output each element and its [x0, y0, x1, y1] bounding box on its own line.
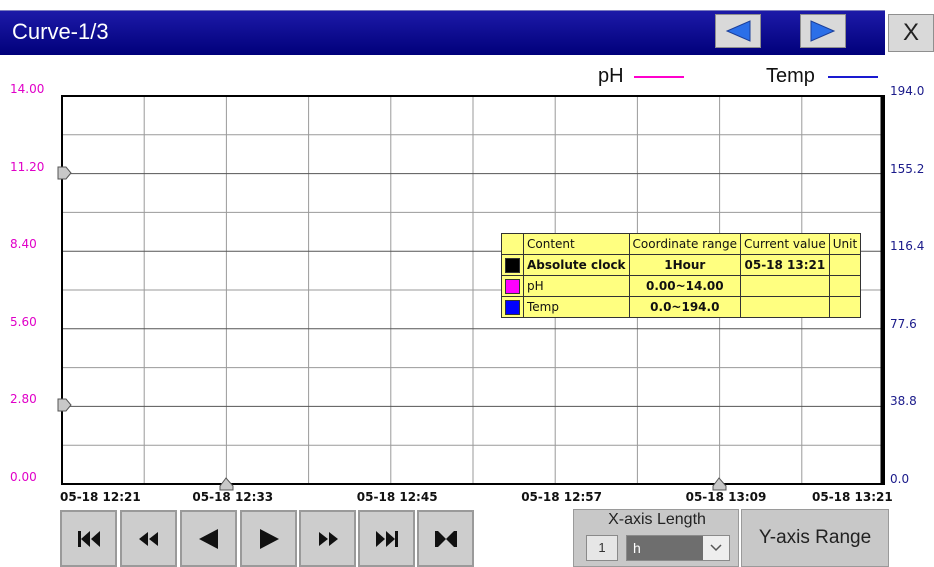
left-arrow-icon: [725, 20, 751, 42]
x-axis-tick-label: 05-18 12:45: [356, 490, 438, 504]
table-row: Temp 0.0~194.0: [501, 296, 862, 318]
x-axis-length-input[interactable]: 1: [586, 535, 618, 561]
curve-info-table: Content Coordinate range Current value U…: [501, 233, 862, 318]
x-axis-tick-label: 05-18 13:21: [812, 490, 893, 504]
next-curve-button[interactable]: [800, 14, 846, 48]
right-axis-tick-label: 38.8: [890, 394, 917, 409]
x-axis-length-label: X-axis Length: [608, 511, 706, 528]
fast-back-button[interactable]: [120, 510, 177, 567]
triangle-right-icon: [259, 528, 279, 549]
row-content: Absolute clock: [523, 254, 630, 276]
temp-swatch: [505, 299, 520, 315]
right-axis-tick-label: 155.2: [890, 161, 925, 176]
first-button[interactable]: [60, 510, 117, 567]
table-header-row: Content Coordinate range Current value U…: [501, 233, 862, 255]
fast-forward-button[interactable]: [299, 510, 356, 567]
row-unit: [828, 275, 862, 297]
row-unit: [828, 254, 862, 276]
previous-curve-button[interactable]: [715, 14, 761, 48]
x-axis-tick-label: 05-18 12:33: [192, 490, 274, 504]
center-button[interactable]: [417, 510, 474, 567]
left-axis-tick-label: 11.20: [10, 159, 45, 174]
header-unit: Unit: [828, 233, 862, 255]
fast-forward-icon: [318, 531, 338, 546]
row-current: [740, 275, 830, 297]
x-axis-tick-label: 05-18 12:21: [60, 490, 141, 504]
left-axis-tick-label: 8.40: [10, 237, 37, 252]
row-current: 05-18 13:21: [740, 254, 830, 276]
table-row: Absolute clock 1Hour 05-18 13:21: [501, 254, 862, 276]
row-current: [740, 296, 830, 318]
row-range: 1Hour: [628, 254, 742, 276]
close-button[interactable]: X: [888, 14, 934, 52]
header-current: Current value: [740, 233, 830, 255]
last-button[interactable]: [358, 510, 415, 567]
row-range: 0.0~194.0: [628, 296, 742, 318]
left-axis-tick-label: 2.80: [10, 392, 37, 407]
right-axis-tick-label: 194.0: [890, 84, 925, 98]
right-axis-tick-label: 116.4: [890, 239, 925, 254]
lower-limit-marker: [57, 398, 72, 412]
skip-to-end-icon: [375, 530, 398, 547]
collapse-icon: [434, 530, 457, 547]
title-bar: Curve-1/3 X: [0, 0, 934, 55]
back-button[interactable]: [180, 510, 237, 567]
y-axis-range-button[interactable]: Y-axis Range: [741, 509, 889, 567]
row-range: 0.00~14.00: [628, 275, 742, 297]
cursor-end-marker: [712, 477, 727, 491]
skip-to-start-icon: [77, 530, 100, 547]
left-axis-tick-label: 5.60: [10, 314, 37, 329]
triangle-left-icon: [198, 528, 218, 549]
header-content: Content: [523, 233, 630, 255]
row-content: Temp: [523, 296, 630, 318]
legend-temp-label: Temp: [766, 65, 815, 87]
forward-button[interactable]: [240, 510, 297, 567]
row-unit: [828, 296, 862, 318]
left-axis-tick-label: 0.00: [10, 470, 37, 484]
upper-limit-marker: [57, 166, 72, 180]
right-axis-tick-label: 77.6: [890, 316, 917, 331]
header-range: Coordinate range: [628, 233, 742, 255]
legend-ph-line: [634, 76, 684, 78]
right-arrow-icon: [810, 20, 836, 42]
clock-swatch: [505, 257, 520, 273]
row-content: pH: [523, 275, 630, 297]
ph-swatch: [505, 278, 520, 294]
x-axis-tick-label: 05-18 13:09: [685, 490, 767, 504]
right-axis-tick-label: 0.0: [890, 472, 910, 486]
left-axis-tick-label: 14.00: [10, 82, 45, 96]
x-axis-tick-label: 05-18 12:57: [521, 490, 602, 504]
x-axis-unit-value: h: [633, 540, 641, 556]
x-axis-length-panel: X-axis Length 1 h: [573, 509, 739, 567]
cursor-start-marker: [219, 477, 234, 491]
window-title: Curve-1/3: [12, 19, 109, 44]
table-row: pH 0.00~14.00: [501, 275, 862, 297]
legend-temp-line: [828, 76, 878, 78]
x-axis-unit-select[interactable]: h: [626, 535, 730, 561]
chevron-down-icon[interactable]: [703, 536, 729, 560]
legend-ph-label: pH: [598, 65, 624, 87]
rewind-icon: [138, 531, 158, 546]
